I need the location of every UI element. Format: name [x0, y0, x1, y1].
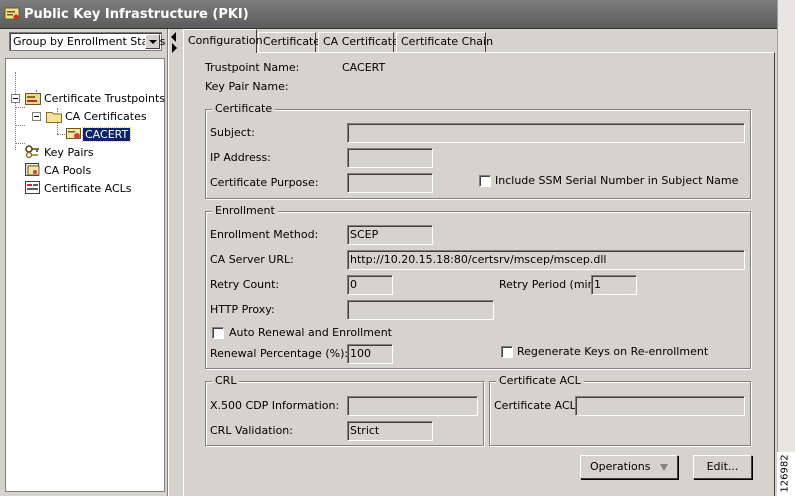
- certificate-group-title: Certificate: [212, 102, 276, 116]
- auto-renewal-checkbox[interactable]: [212, 327, 224, 339]
- retry-count-label: Retry Count:: [210, 278, 280, 291]
- chevron-down-icon: [659, 464, 668, 471]
- subject-field[interactable]: [347, 123, 745, 143]
- collapse-right-icon[interactable]: [172, 43, 177, 53]
- renewal-percentage-label: Renewal Percentage (%):: [210, 347, 349, 360]
- include-ssm-serial-checkbox[interactable]: [479, 175, 491, 187]
- tree-item-ca-pools[interactable]: CA Pools: [25, 163, 93, 179]
- subject-label: Subject:: [210, 126, 255, 139]
- window-title: Public Key Infrastructure (PKI): [24, 7, 249, 22]
- crl-validation-label: CRL Validation:: [210, 424, 293, 437]
- key-pair-name-label: Key Pair Name:: [205, 80, 289, 93]
- tree-item-certificate-acls[interactable]: Certificate ACLs: [25, 181, 134, 197]
- auto-renewal-label: Auto Renewal and Enrollment: [229, 326, 392, 339]
- acl-icon: [25, 181, 41, 195]
- key-pairs-icon: [25, 145, 41, 159]
- folder-icon: [46, 109, 62, 123]
- cdp-information-label: X.500 CDP Information:: [210, 399, 340, 412]
- certificate-purpose-label: Certificate Purpose:: [210, 176, 319, 189]
- details-pane: Configuration Certificate CA Certificate…: [179, 29, 777, 496]
- certificate-acl-group-title: Certificate ACL: [496, 374, 584, 388]
- retry-period-label: Retry Period (min):: [499, 278, 603, 291]
- cdp-information-field[interactable]: [347, 396, 478, 416]
- tab-ca-certificate[interactable]: CA Certificate: [318, 32, 399, 52]
- include-ssm-serial-label: Include SSM Serial Number in Subject Nam…: [495, 174, 739, 187]
- crl-validation-field[interactable]: Strict: [347, 421, 433, 441]
- ca-server-url-label: CA Server URL:: [210, 253, 294, 266]
- http-proxy-field[interactable]: [347, 300, 494, 320]
- tree-item-cacert[interactable]: CACERT: [66, 127, 132, 143]
- regenerate-keys-checkbox[interactable]: [501, 346, 513, 358]
- trustpoint-name-label: Trustpoint Name:: [205, 61, 300, 74]
- window-title-bar: Public Key Infrastructure (PKI): [0, 0, 779, 29]
- crl-group-title: CRL: [212, 374, 240, 388]
- ca-pools-icon: [25, 163, 41, 177]
- tree-item-key-pairs[interactable]: Key Pairs: [25, 145, 96, 161]
- ca-server-url-field[interactable]: http://10.20.15.18:80/certsrv/mscep/msce…: [347, 250, 745, 270]
- figure-number-text: 126982: [779, 454, 791, 493]
- pki-tree: Certificate Trustpoints CA Certificates …: [5, 58, 165, 492]
- certificate-icon: [66, 127, 82, 141]
- pane-splitter[interactable]: [169, 29, 179, 496]
- trustpoint-name-value: CACERT: [342, 61, 386, 74]
- group-by-select-value: Group by Enrollment Status: [13, 35, 166, 48]
- figure-number: 126982: [778, 452, 795, 496]
- retry-count-field[interactable]: 0: [347, 275, 393, 295]
- window-scrollbar[interactable]: [777, 0, 795, 452]
- certificate-acl-label: Certificate ACL:: [494, 399, 580, 412]
- enrollment-method-field[interactable]: SCEP: [347, 225, 433, 245]
- enrollment-group-title: Enrollment: [212, 204, 278, 218]
- renewal-percentage-field[interactable]: 100: [347, 344, 393, 364]
- chevron-down-icon[interactable]: [145, 34, 160, 49]
- http-proxy-label: HTTP Proxy:: [210, 303, 275, 316]
- tab-certificate-chain[interactable]: Certificate Chain: [396, 32, 493, 52]
- operations-button-label: Operations: [590, 460, 651, 473]
- collapse-trustpoints-icon[interactable]: [11, 94, 20, 103]
- enrollment-method-label: Enrollment Method:: [210, 228, 319, 241]
- pki-app-icon: [4, 7, 20, 21]
- operations-button[interactable]: Operations: [580, 455, 678, 479]
- retry-period-field[interactable]: 1: [591, 275, 637, 295]
- edit-button[interactable]: Edit...: [693, 455, 752, 479]
- collapse-left-icon[interactable]: [171, 32, 176, 42]
- collapse-ca-certificates-icon[interactable]: [32, 112, 41, 121]
- left-pane: Group by Enrollment Status Certificate T…: [0, 29, 168, 496]
- certificate-acl-field[interactable]: [575, 396, 745, 416]
- tab-certificate[interactable]: Certificate: [258, 32, 320, 52]
- certificate-purpose-field[interactable]: [347, 173, 433, 193]
- trustpoints-icon: [25, 91, 41, 105]
- tree-item-certificate-trustpoints[interactable]: Certificate Trustpoints: [25, 91, 167, 107]
- ip-address-field[interactable]: [347, 148, 433, 168]
- group-by-select[interactable]: Group by Enrollment Status: [9, 32, 166, 51]
- tab-configuration[interactable]: Configuration: [183, 29, 263, 53]
- tree-item-ca-certificates[interactable]: CA Certificates: [46, 109, 149, 125]
- ip-address-label: IP Address:: [210, 151, 271, 164]
- regenerate-keys-label: Regenerate Keys on Re-enrollment: [517, 345, 709, 358]
